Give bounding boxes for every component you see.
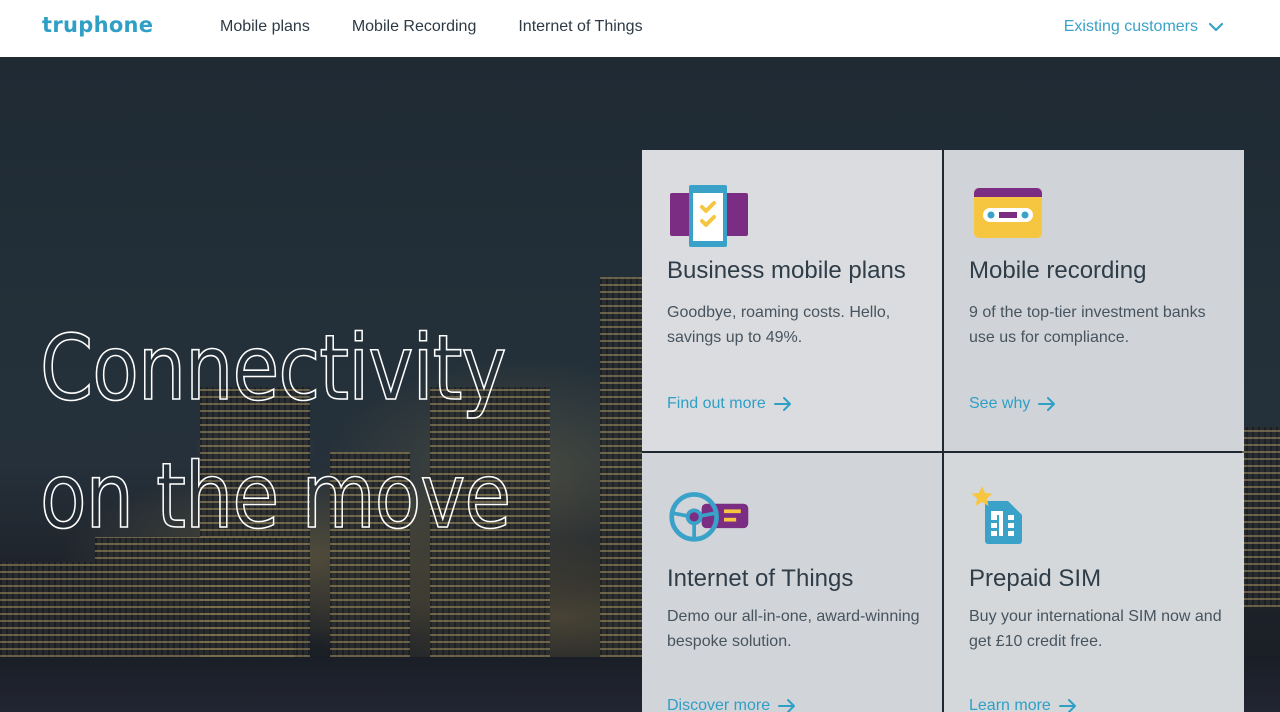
- background-building: [0, 562, 95, 657]
- card-business-mobile-plans[interactable]: Business mobile plans Goodbye, roaming c…: [642, 150, 942, 451]
- card-title: Prepaid SIM: [969, 565, 1102, 592]
- card-description: Goodbye, roaming costs. Hello, savings u…: [667, 304, 891, 346]
- link-label: Discover more: [667, 697, 771, 712]
- product-cards-grid: Business mobile plans Goodbye, roaming c…: [642, 150, 1244, 712]
- card-title: Internet of Things: [667, 565, 854, 592]
- link-label: See why: [969, 395, 1031, 412]
- nav-mobile-plans[interactable]: Mobile plans: [220, 18, 310, 36]
- discover-more-link[interactable]: Discover more: [667, 697, 796, 712]
- arrow-right-icon: [778, 699, 796, 712]
- nav-internet-of-things[interactable]: Internet of Things: [518, 18, 642, 36]
- see-why-link[interactable]: See why: [969, 395, 1056, 413]
- card-description: Demo our all-in-one, award-winning bespo…: [667, 608, 920, 650]
- existing-customers-label: Existing customers: [1063, 18, 1198, 35]
- cassette-tape-icon: [974, 188, 1042, 238]
- existing-customers-dropdown[interactable]: Existing customers: [1064, 18, 1224, 36]
- learn-more-link[interactable]: Learn more: [969, 697, 1077, 712]
- sim-card-star-icon: [971, 486, 1022, 544]
- steering-wheel-icon: [669, 492, 749, 542]
- arrow-right-icon: [773, 397, 791, 411]
- phone-checklist-icon: [670, 185, 748, 247]
- background-building: [1240, 427, 1280, 607]
- hero-title-line1: Connectivity: [39, 315, 507, 422]
- arrow-right-icon: [1058, 699, 1076, 712]
- chevron-down-icon: [1208, 22, 1224, 32]
- site-header: truphone Mobile plans Mobile Recording I…: [0, 0, 1280, 57]
- card-internet-of-things[interactable]: Internet of Things Demo our all-in-one, …: [642, 453, 942, 712]
- main-nav: Mobile plans Mobile Recording Internet o…: [220, 18, 685, 36]
- link-label: Learn more: [969, 697, 1051, 712]
- card-prepaid-sim[interactable]: Prepaid SIM Buy your international SIM n…: [944, 453, 1244, 712]
- nav-mobile-recording[interactable]: Mobile Recording: [352, 18, 477, 36]
- hero-title: Connectivity on the move: [39, 305, 540, 561]
- card-description: Buy your international SIM now and get £…: [969, 608, 1222, 650]
- truphone-logo[interactable]: truphone: [42, 13, 153, 37]
- card-description: 9 of the top-tier investment banks use u…: [969, 304, 1206, 346]
- find-out-more-link[interactable]: Find out more: [667, 395, 792, 413]
- link-label: Find out more: [667, 395, 766, 412]
- card-title: Mobile recording: [969, 257, 1147, 284]
- hero-title-line2: on the move: [39, 443, 512, 550]
- arrow-right-icon: [1038, 397, 1056, 411]
- card-title: Business mobile plans: [667, 257, 906, 284]
- card-mobile-recording[interactable]: Mobile recording 9 of the top-tier inves…: [944, 150, 1244, 451]
- background-building: [600, 277, 645, 657]
